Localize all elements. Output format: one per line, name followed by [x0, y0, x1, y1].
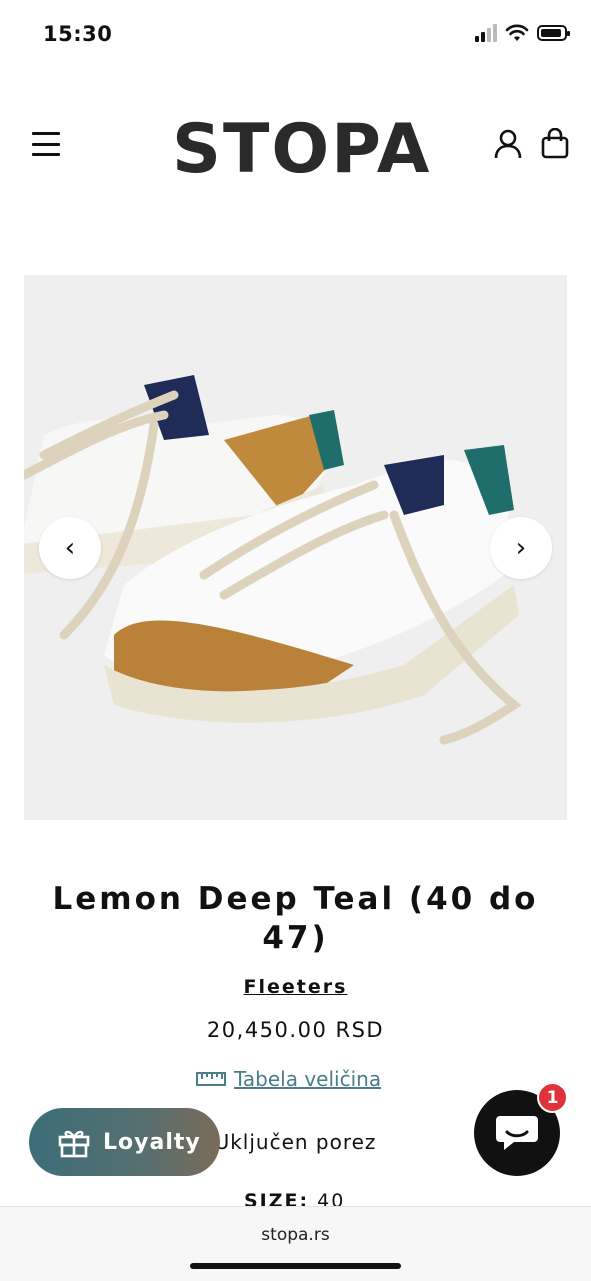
next-image-button[interactable]: › — [490, 517, 552, 579]
bag-icon[interactable] — [540, 128, 570, 160]
product-title: Lemon Deep Teal (40 do 47) — [52, 881, 539, 956]
loyalty-button[interactable]: Loyalty — [29, 1108, 220, 1176]
site-header: STOPA — [0, 90, 591, 210]
loyalty-label: Loyalty — [103, 1129, 201, 1155]
status-time: 15:30 — [43, 22, 113, 46]
chat-notification-badge: 1 — [537, 1082, 568, 1113]
wifi-icon — [505, 24, 529, 41]
gift-icon — [58, 1130, 90, 1158]
prev-image-button[interactable]: ‹ — [39, 517, 101, 579]
product-vendor-link[interactable]: Fleeters — [0, 976, 591, 998]
chat-icon — [496, 1116, 538, 1150]
size-chart-link[interactable]: Tabela veličina — [196, 1067, 381, 1091]
status-bar: 15:30 — [0, 0, 591, 70]
home-indicator[interactable] — [190, 1263, 401, 1269]
ruler-icon — [196, 1072, 226, 1086]
cellular-icon — [475, 24, 497, 42]
hamburger-icon[interactable] — [32, 132, 60, 156]
size-chart-label: Tabela veličina — [234, 1067, 382, 1091]
user-icon[interactable] — [493, 128, 523, 160]
product-price: 20,450.00 RSD — [206, 1018, 385, 1042]
battery-icon — [537, 25, 570, 41]
stopa-logo[interactable]: STOPA — [172, 110, 431, 189]
url-text[interactable]: stopa.rs — [0, 1225, 591, 1245]
browser-url-bar[interactable]: stopa.rs — [0, 1206, 591, 1281]
product-image[interactable]: ‹ › — [24, 275, 567, 820]
status-icons — [475, 24, 570, 42]
sneakers-illustration — [24, 275, 567, 820]
